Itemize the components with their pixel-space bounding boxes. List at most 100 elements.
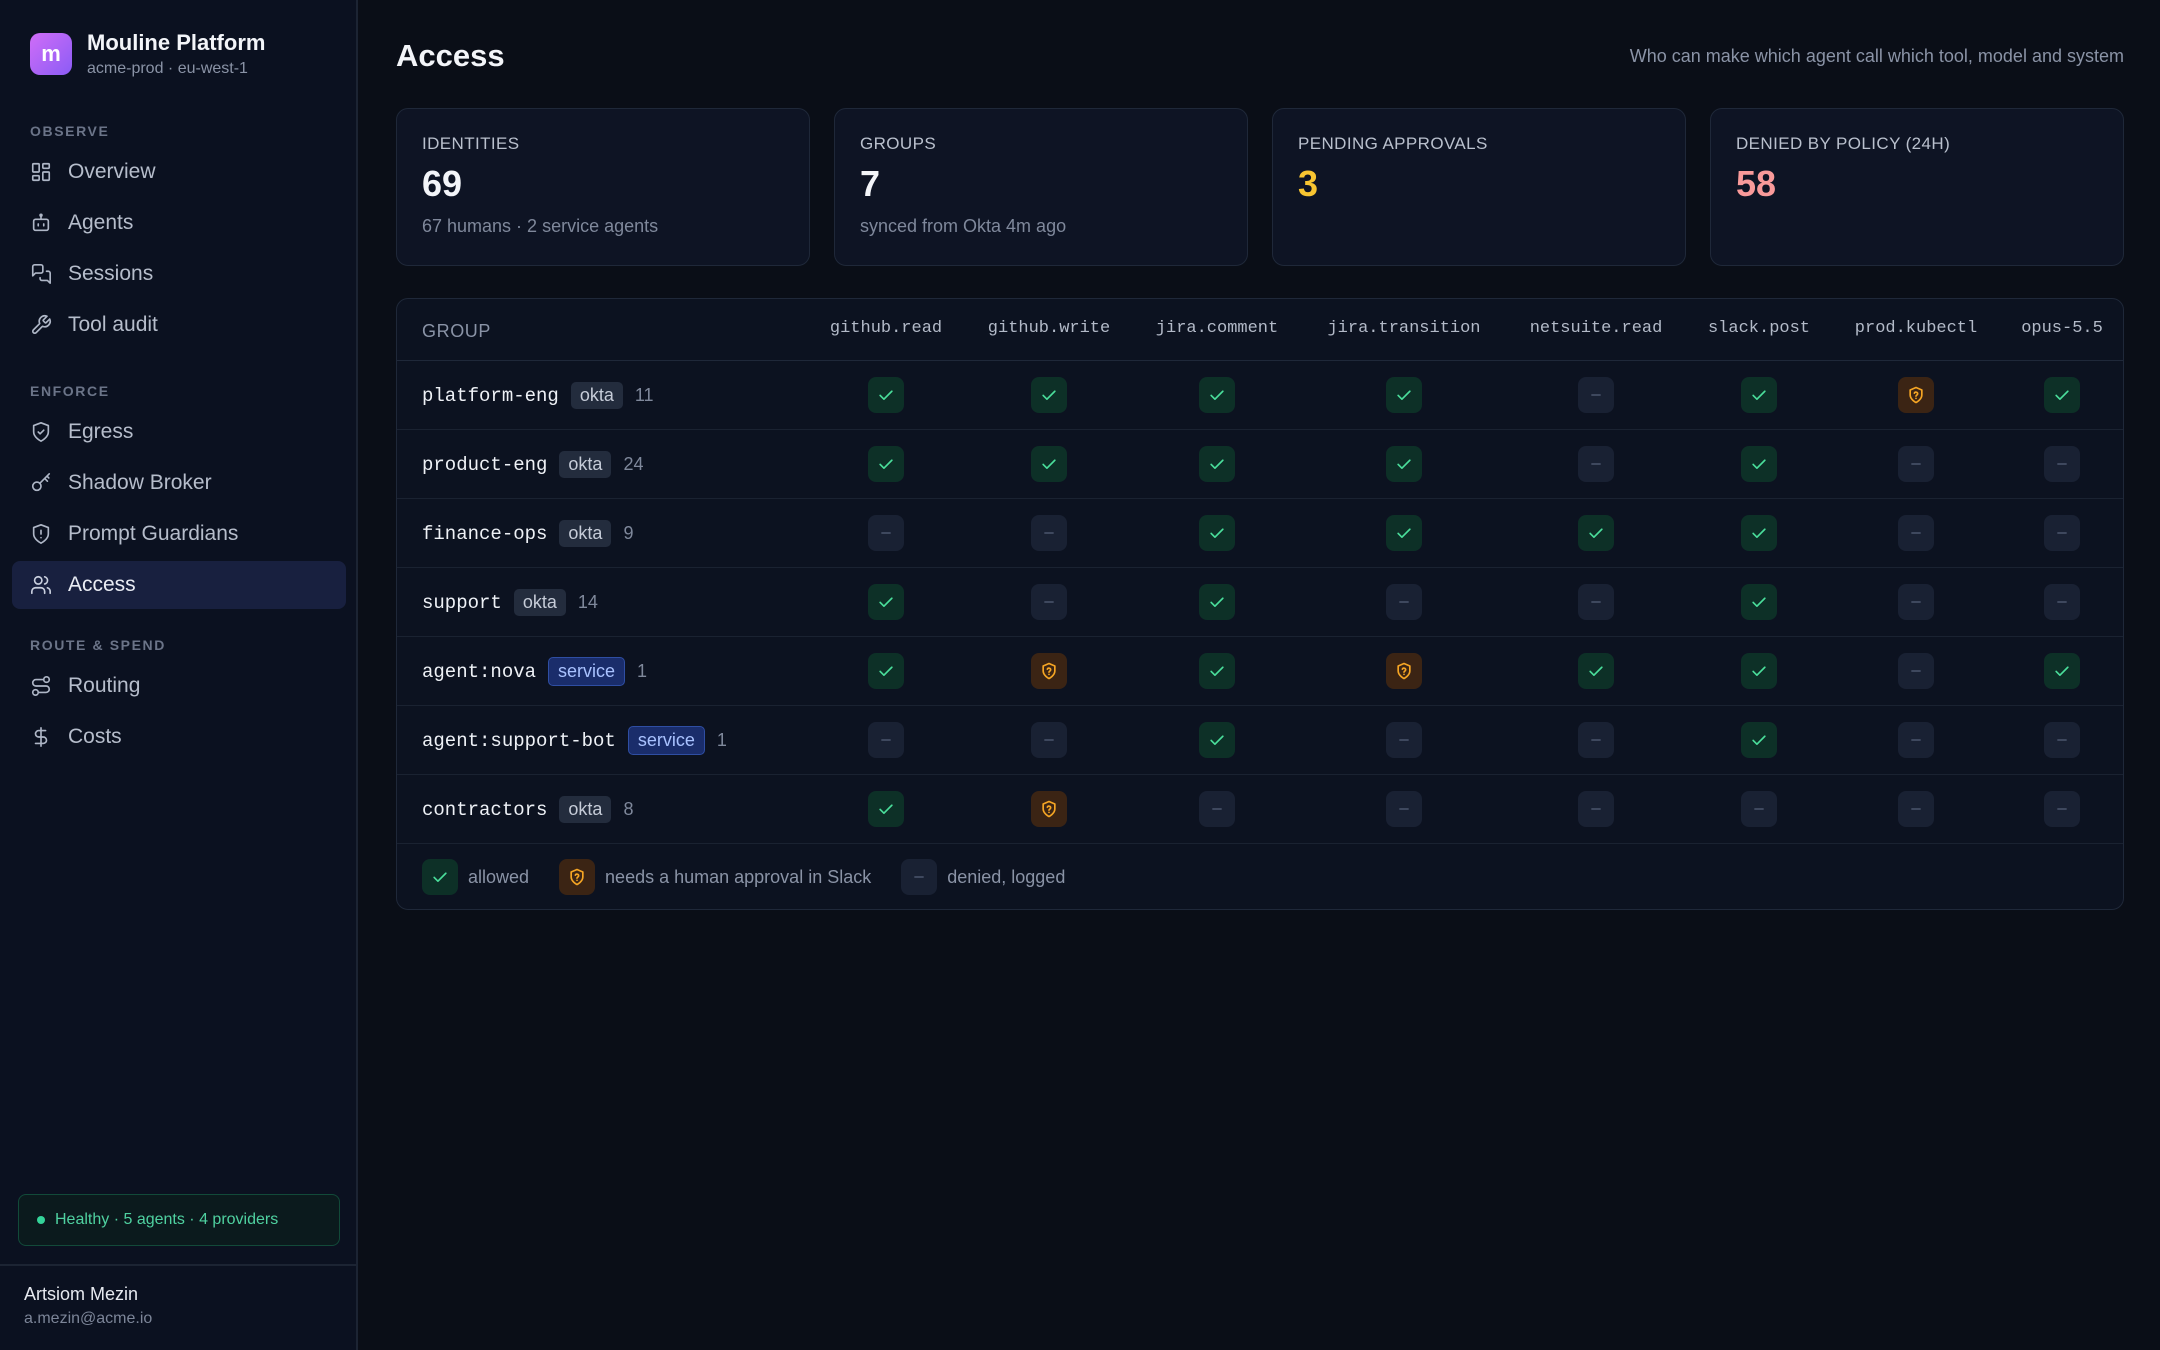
health-text: Healthy · 5 agents · 4 providers bbox=[55, 1211, 279, 1228]
sidebar-item-overview[interactable]: Overview bbox=[12, 148, 346, 196]
permission-cell-allowed[interactable] bbox=[1199, 653, 1235, 689]
sidebar-item-access[interactable]: Access bbox=[12, 561, 346, 609]
sidebar-item-prompt-guardians[interactable]: Prompt Guardians bbox=[12, 510, 346, 558]
permission-cell-denied[interactable] bbox=[1578, 377, 1614, 413]
permission-cell-denied[interactable] bbox=[1031, 515, 1067, 551]
permission-cell-approval[interactable] bbox=[1031, 791, 1067, 827]
permission-cell-denied[interactable] bbox=[2044, 515, 2080, 551]
permission-cell-allowed[interactable] bbox=[868, 446, 904, 482]
permission-cell-allowed[interactable] bbox=[1741, 722, 1777, 758]
group-name[interactable]: agent:nova bbox=[422, 661, 536, 683]
permission-cell-allowed[interactable] bbox=[1199, 377, 1235, 413]
row-label: agent:nova service 1 bbox=[422, 637, 647, 706]
sidebar-item-routing[interactable]: Routing bbox=[12, 662, 346, 710]
permission-cell-denied[interactable] bbox=[2044, 791, 2080, 827]
group-name[interactable]: finance-ops bbox=[422, 523, 547, 545]
permission-cell-allowed[interactable] bbox=[1031, 377, 1067, 413]
permission-cell-allowed[interactable] bbox=[1199, 722, 1235, 758]
permission-cell-allowed[interactable] bbox=[1741, 446, 1777, 482]
permission-cell-denied[interactable] bbox=[1386, 722, 1422, 758]
permission-cell-approval[interactable] bbox=[1386, 653, 1422, 689]
permission-cell-allowed[interactable] bbox=[868, 653, 904, 689]
permission-cell-denied[interactable] bbox=[868, 722, 904, 758]
legend-swatch-allowed bbox=[422, 859, 458, 895]
permission-cell-denied[interactable] bbox=[1898, 515, 1934, 551]
permission-cell-allowed[interactable] bbox=[1199, 584, 1235, 620]
permission-cell-allowed[interactable] bbox=[868, 791, 904, 827]
grid-icon bbox=[30, 161, 52, 183]
permission-cell-allowed[interactable] bbox=[1741, 515, 1777, 551]
member-count: 24 bbox=[623, 454, 644, 474]
permission-cell-denied[interactable] bbox=[1031, 722, 1067, 758]
shield-question-icon bbox=[1909, 386, 1923, 404]
dash-icon bbox=[1911, 670, 1921, 672]
permission-cell-allowed[interactable] bbox=[1578, 653, 1614, 689]
permission-cell-allowed[interactable] bbox=[1199, 446, 1235, 482]
member-count: 1 bbox=[716, 730, 727, 750]
permission-cell-allowed[interactable] bbox=[1741, 377, 1777, 413]
okta-badge: okta bbox=[570, 382, 623, 409]
brand[interactable]: m Mouline Platform acme-prod · eu-west-1 bbox=[30, 30, 265, 78]
permission-cell-allowed[interactable] bbox=[1386, 377, 1422, 413]
sidebar-item-label: Access bbox=[68, 573, 136, 596]
permission-cell-denied[interactable] bbox=[1199, 791, 1235, 827]
permission-cell-allowed[interactable] bbox=[1386, 446, 1422, 482]
permission-cell-allowed[interactable] bbox=[2044, 653, 2080, 689]
stat-label: DENIED BY POLICY (24H) bbox=[1736, 134, 1951, 153]
permission-cell-denied[interactable] bbox=[1031, 584, 1067, 620]
permission-cell-denied[interactable] bbox=[868, 515, 904, 551]
sidebar-item-agents[interactable]: Agents bbox=[12, 199, 346, 247]
permission-cell-denied[interactable] bbox=[1898, 791, 1934, 827]
stat-card-pending-approvals: PENDING APPROVALS 3 bbox=[1272, 108, 1686, 266]
sidebar-item-costs[interactable]: Costs bbox=[12, 713, 346, 761]
permission-cell-allowed[interactable] bbox=[868, 377, 904, 413]
permission-cell-allowed[interactable] bbox=[2044, 377, 2080, 413]
matrix-header: GROUP github.read github.write jira.commen… bbox=[397, 299, 2123, 361]
row-label: product-eng okta 24 bbox=[422, 430, 643, 499]
dash-icon bbox=[1399, 808, 1409, 810]
permission-cell-denied[interactable] bbox=[1578, 791, 1614, 827]
permission-cell-allowed[interactable] bbox=[1386, 515, 1422, 551]
permission-cell-denied[interactable] bbox=[2044, 584, 2080, 620]
permission-cell-denied[interactable] bbox=[2044, 722, 2080, 758]
permission-cell-allowed[interactable] bbox=[868, 584, 904, 620]
permission-cell-denied[interactable] bbox=[1898, 446, 1934, 482]
shield-question-icon bbox=[1042, 662, 1056, 680]
permission-cell-denied[interactable] bbox=[1898, 653, 1934, 689]
group-name[interactable]: contractors bbox=[422, 799, 547, 821]
permission-cell-allowed[interactable] bbox=[1199, 515, 1235, 551]
permission-cell-denied[interactable] bbox=[1578, 584, 1614, 620]
permission-cell-allowed[interactable] bbox=[1741, 584, 1777, 620]
check-icon bbox=[1210, 735, 1224, 745]
permission-cell-denied[interactable] bbox=[1578, 722, 1614, 758]
permission-cell-denied[interactable] bbox=[1898, 722, 1934, 758]
permission-cell-denied[interactable] bbox=[2044, 446, 2080, 482]
page-title: Access bbox=[396, 38, 505, 73]
permission-cell-denied[interactable] bbox=[1898, 584, 1934, 620]
permission-cell-denied[interactable] bbox=[1386, 584, 1422, 620]
check-icon bbox=[879, 666, 893, 676]
table-row: contractors okta 8 bbox=[397, 775, 2123, 844]
sidebar-item-tool-audit[interactable]: Tool audit bbox=[12, 301, 346, 349]
permission-cell-allowed[interactable] bbox=[1741, 653, 1777, 689]
group-name[interactable]: platform-eng bbox=[422, 385, 559, 407]
sidebar-item-sessions[interactable]: Sessions bbox=[12, 250, 346, 298]
group-name[interactable]: product-eng bbox=[422, 454, 547, 476]
group-name[interactable]: support bbox=[422, 592, 502, 614]
legend-swatch-approval bbox=[559, 859, 596, 895]
permission-cell-approval[interactable] bbox=[1031, 653, 1067, 689]
shield-question-icon bbox=[1042, 800, 1056, 818]
legend-swatch-denied bbox=[901, 859, 938, 895]
sidebar: m Mouline Platform acme-prod · eu-west-1… bbox=[0, 0, 358, 1350]
sidebar-item-egress[interactable]: Egress bbox=[12, 408, 346, 456]
permission-cell-denied[interactable] bbox=[1741, 791, 1777, 827]
permission-cell-allowed[interactable] bbox=[1031, 446, 1067, 482]
sidebar-item-shadow-broker[interactable]: Shadow Broker bbox=[12, 459, 346, 507]
user-name[interactable]: Artsiom Mezin bbox=[24, 1284, 138, 1305]
column-header-netsuite-read: netsuite.read bbox=[1529, 319, 1663, 338]
permission-cell-denied[interactable] bbox=[1386, 791, 1422, 827]
group-name[interactable]: agent:support-bot bbox=[422, 730, 616, 752]
permission-cell-approval[interactable] bbox=[1898, 377, 1934, 413]
permission-cell-allowed[interactable] bbox=[1578, 515, 1614, 551]
permission-cell-denied[interactable] bbox=[1578, 446, 1614, 482]
